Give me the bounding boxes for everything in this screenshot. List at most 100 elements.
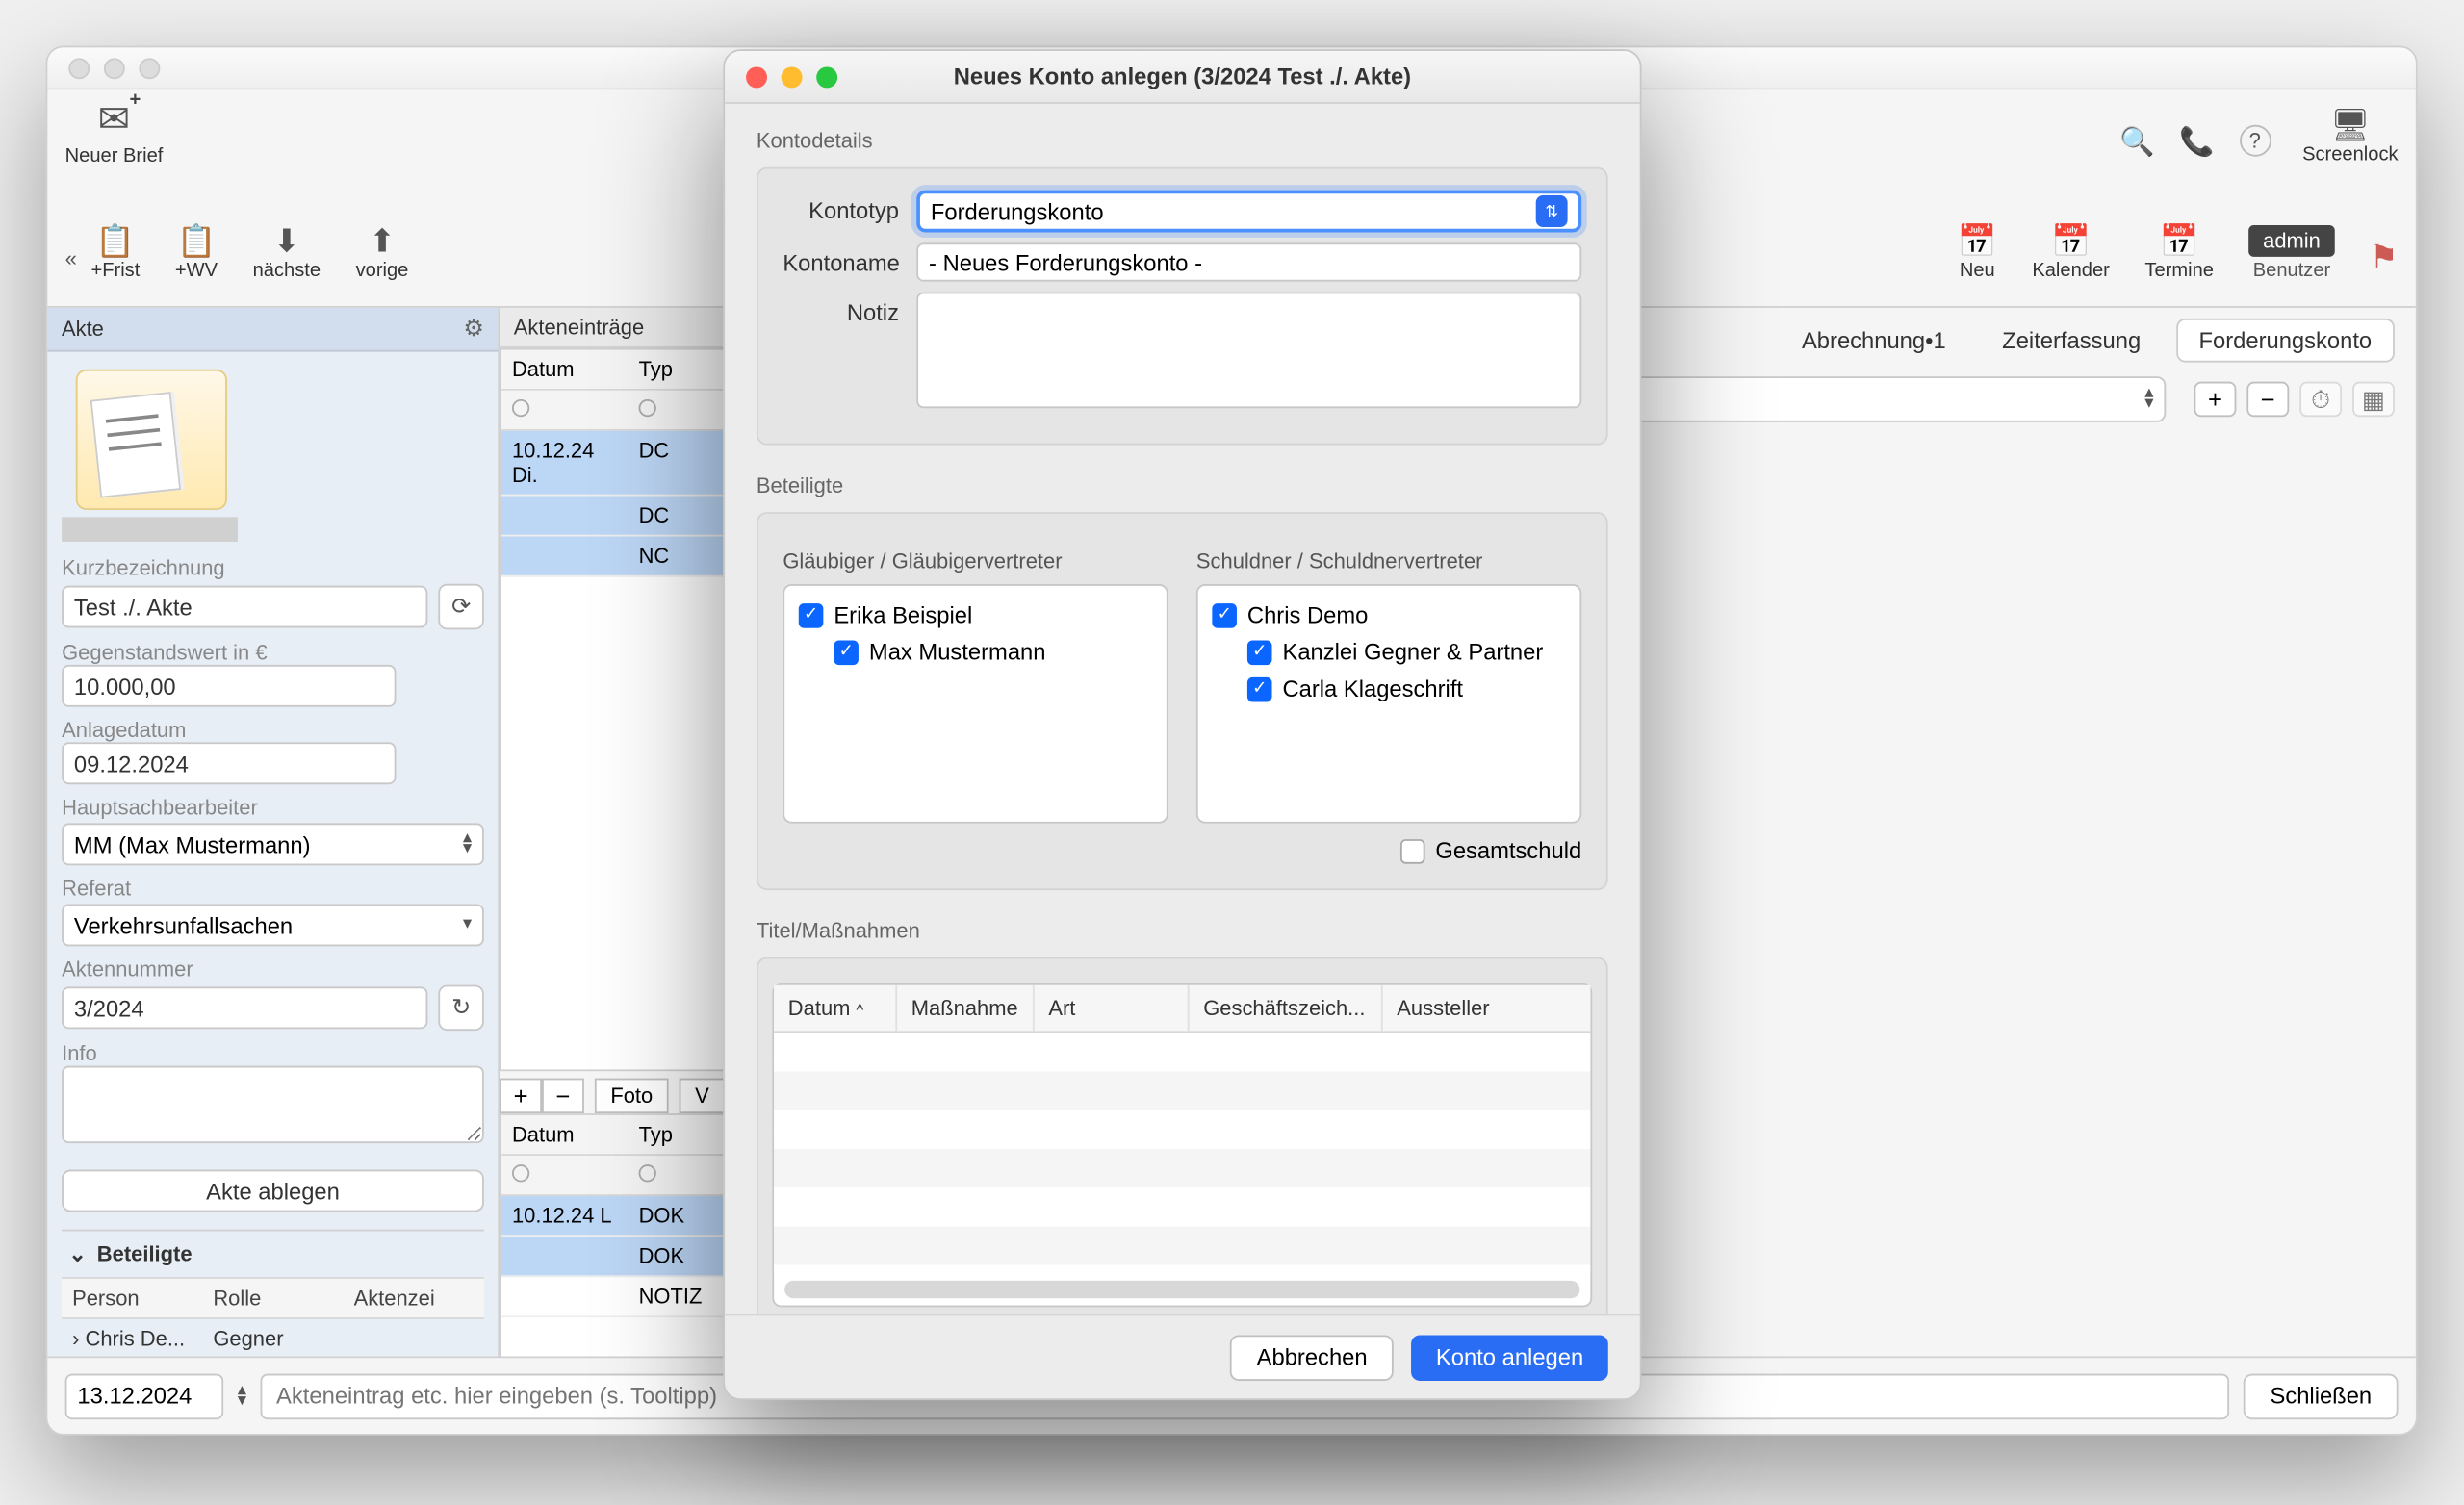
gesamtschuld-label: Gesamtschuld [1435, 837, 1581, 863]
anlagedatum-input[interactable] [62, 742, 396, 784]
entries-panel: Akteneinträge DatumTyp 10.12.24 Di.DC DC… [500, 308, 725, 1434]
tab-forderungskonto[interactable]: Forderungskonto [2176, 319, 2395, 363]
hsb-select[interactable]: MM (Max Mustermann)▴▾ [62, 824, 484, 866]
wv-button[interactable]: 📋+WV [175, 223, 218, 281]
info-textarea[interactable] [62, 1066, 484, 1143]
settings-button[interactable]: ▦ [2352, 382, 2395, 418]
flag-icon[interactable]: ⚑ [2370, 229, 2399, 276]
folder-icon [76, 370, 227, 510]
help-icon[interactable]: ? [2239, 125, 2271, 157]
frist-button[interactable]: 📋+Frist [90, 223, 140, 281]
clipboard-icon: 📋 [176, 223, 216, 260]
party-check[interactable]: ✓Kanzlei Gegner & Partner [1212, 633, 1565, 670]
scrollbar[interactable] [784, 1281, 1579, 1298]
gear-icon[interactable]: ⚙ [463, 315, 483, 343]
schuldner-header: Schuldner / Schuldnervertreter [1196, 548, 1581, 574]
col-gz[interactable]: Geschäftszeich... [1190, 985, 1383, 1032]
collapse-icon[interactable]: « [65, 235, 77, 270]
traffic-lights-disabled [68, 57, 160, 78]
v-button[interactable]: V [680, 1079, 726, 1114]
gsw-label: Gegenstandswert in € [62, 640, 484, 665]
col-art[interactable]: Art [1035, 985, 1190, 1032]
party-check[interactable]: ✓Max Mustermann [799, 633, 1152, 670]
calendar-icon: 📅 [2160, 223, 2199, 260]
screenlock-label: Screenlock [2302, 144, 2398, 166]
date-input[interactable] [65, 1373, 224, 1419]
table-row[interactable]: › Chris De...Gegner [62, 1319, 484, 1358]
entry-row[interactable]: NC [501, 537, 723, 577]
radio-icon[interactable] [512, 1164, 529, 1182]
info-label: Info [62, 1041, 484, 1066]
history-button[interactable]: ↻ [438, 985, 484, 1032]
col-massnahme[interactable]: Maßnahme [897, 985, 1035, 1032]
screenlock-button[interactable]: 🖥 Screenlock [2302, 108, 2398, 166]
termine-button[interactable]: 📅Termine [2144, 223, 2214, 281]
kurz-label: Kurzbezeichnung [62, 556, 484, 581]
entries-header: Akteneinträge [500, 308, 725, 348]
create-button[interactable]: Konto anlegen [1411, 1335, 1607, 1381]
gsw-input[interactable] [62, 665, 396, 707]
search-icon[interactable]: 🔍 [2119, 125, 2154, 161]
user-label: Benutzer [2253, 260, 2330, 281]
chevron-updown-icon: ⇅ [1536, 195, 1568, 227]
aktennr-input[interactable] [62, 987, 427, 1030]
anlagedatum-label: Anlagedatum [62, 718, 484, 743]
party-check[interactable]: ✓Chris Demo [1212, 597, 1565, 633]
party-check[interactable]: ✓Carla Klageschrift [1212, 670, 1565, 706]
beteiligte-table-head: Person Rolle Aktenzei [62, 1277, 484, 1319]
kurz-input[interactable] [62, 586, 427, 628]
col-datum[interactable]: Datum ^ [774, 985, 897, 1032]
cancel-button[interactable]: Abbrechen [1230, 1335, 1394, 1381]
entry-row[interactable]: NOTIZ [501, 1277, 723, 1317]
titel-table: Datum ^ Maßnahme Art Geschäftszeich... A… [772, 983, 1592, 1307]
hsb-label: Hauptsachbearbeiter [62, 795, 484, 820]
refresh-button[interactable]: ⟳ [438, 584, 484, 630]
neu-button[interactable]: 📅Neu [1958, 223, 1997, 281]
lock-icon: 🖥 [2330, 108, 2371, 144]
glaeubiger-header: Gläubiger / Gläubigervertreter [783, 548, 1168, 574]
entry-row[interactable]: DOK [501, 1237, 723, 1277]
entry-row[interactable]: DC [501, 496, 723, 536]
akte-panel: Akte ⚙ Kurzbezeichnung ⟳ Gegenstandswert… [47, 308, 500, 1434]
new-letter-icon[interactable]: ✉+ [98, 97, 131, 143]
col-aussteller[interactable]: Aussteller [1383, 985, 1591, 1032]
new-letter-label: Neuer Brief [65, 146, 164, 167]
prev-button[interactable]: ⬆vorige [356, 223, 409, 281]
remove-button[interactable]: − [542, 1079, 584, 1114]
clipboard-icon: 📋 [95, 223, 135, 260]
radio-icon[interactable] [639, 1164, 656, 1182]
next-button[interactable]: ⬇nächste [253, 223, 321, 281]
tab-zeiterfassung[interactable]: Zeiterfassung [1981, 320, 2162, 361]
ablegen-button[interactable]: Akte ablegen [62, 1170, 484, 1212]
close-button[interactable]: Schließen [2244, 1373, 2399, 1419]
calendar-icon: 📅 [2051, 223, 2091, 260]
radio-icon[interactable] [512, 399, 529, 417]
entry-row[interactable]: 10.12.24 Di.DC [501, 431, 723, 497]
clock-button[interactable]: ⏱ [2299, 382, 2342, 418]
kontoname-input[interactable] [916, 242, 1581, 281]
referat-select[interactable]: Verkehrsunfallsachen▾ [62, 905, 484, 947]
gesamtschuld-checkbox[interactable] [1400, 838, 1425, 863]
modal-title: Neues Konto anlegen (3/2024 Test ./. Akt… [725, 64, 1640, 89]
beteiligte-label: Beteiligte [757, 473, 1608, 498]
notiz-textarea[interactable] [916, 292, 1581, 408]
phone-icon[interactable]: 📞 [2179, 125, 2214, 161]
foto-button[interactable]: Foto [595, 1079, 669, 1114]
remove-konto-button[interactable]: − [2246, 382, 2289, 418]
entry-row[interactable]: 10.12.24 LDOK [501, 1196, 723, 1237]
tab-abrechnung[interactable]: Abrechnung•1 [1781, 320, 1967, 361]
stepper-icon[interactable]: ▴▾ [238, 1386, 246, 1407]
entries-table-top: DatumTyp 10.12.24 Di.DC DC NC [500, 348, 725, 1071]
party-check[interactable]: ✓Erika Beispiel [799, 597, 1152, 633]
add-konto-button[interactable]: + [2194, 382, 2237, 418]
user-menu[interactable]: admin Benutzer [2248, 224, 2334, 280]
schuldner-list: ✓Chris Demo ✓Kanzlei Gegner & Partner ✓C… [1196, 584, 1581, 824]
chevron-down-icon[interactable]: ⌄ [68, 1242, 86, 1267]
add-button[interactable]: + [500, 1079, 542, 1114]
kontotyp-label: Kontotyp [783, 190, 916, 223]
radio-icon[interactable] [639, 399, 656, 417]
beteiligte-header: Beteiligte [97, 1242, 192, 1267]
kontotyp-select[interactable]: Forderungskonto ⇅ [916, 190, 1581, 232]
download-icon: ⬇ [273, 223, 300, 260]
kalender-button[interactable]: 📅Kalender [2032, 223, 2110, 281]
